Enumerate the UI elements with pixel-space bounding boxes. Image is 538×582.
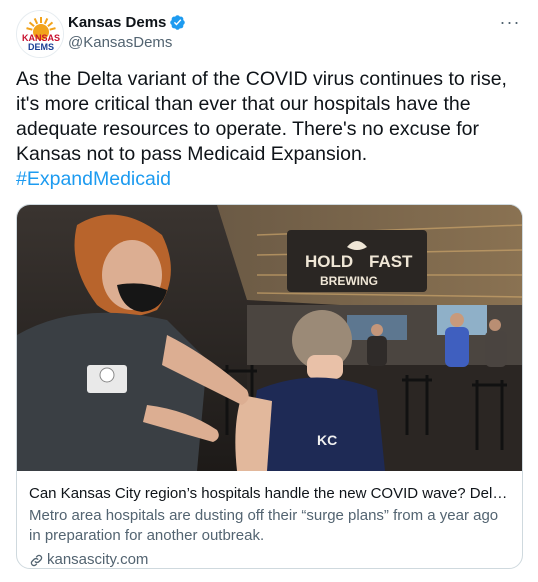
display-name[interactable]: Kansas Dems [68, 14, 166, 31]
hashtag-link[interactable]: #ExpandMedicaid [16, 168, 171, 190]
card-title[interactable]: Can Kansas City region’s hospitals handl… [29, 484, 511, 504]
tweet-body: As the Delta variant of the COVID virus … [16, 68, 507, 165]
handle[interactable]: @KansasDems [68, 34, 186, 51]
avatar[interactable]: KANSAS DEMS [16, 10, 64, 58]
card-domain[interactable]: kansascity.com [47, 550, 148, 568]
more-options-button[interactable]: ··· [498, 10, 522, 34]
tweet-text: As the Delta variant of the COVID virus … [16, 67, 526, 192]
logo-text-dems: DEMS [28, 42, 54, 52]
author-info: Kansas Dems @KansasDems [68, 12, 186, 51]
sign-text-brewing: BREWING [320, 274, 378, 288]
card-body: Can Kansas City region’s hospitals handl… [29, 484, 511, 568]
kansas-dems-logo-icon: KANSAS DEMS [17, 11, 63, 57]
sign-text-hold: HOLD [305, 252, 353, 271]
svg-text:KC: KC [317, 432, 337, 448]
sign-text-fast: FAST [369, 252, 413, 271]
card-domain-row: kansascity.com [29, 550, 511, 568]
display-name-row: Kansas Dems [68, 12, 186, 32]
verified-badge-icon [170, 14, 186, 30]
link-icon [30, 554, 43, 566]
card-description: Metro area hospitals are dusting off the… [29, 507, 499, 544]
card-image: HOLD FAST BREWING KC [17, 205, 522, 471]
link-card[interactable]: HOLD FAST BREWING KC Can Kansas City reg… [16, 204, 523, 569]
tweet-header: KANSAS DEMS Kansas Dems @KansasDems ··· [16, 10, 522, 58]
